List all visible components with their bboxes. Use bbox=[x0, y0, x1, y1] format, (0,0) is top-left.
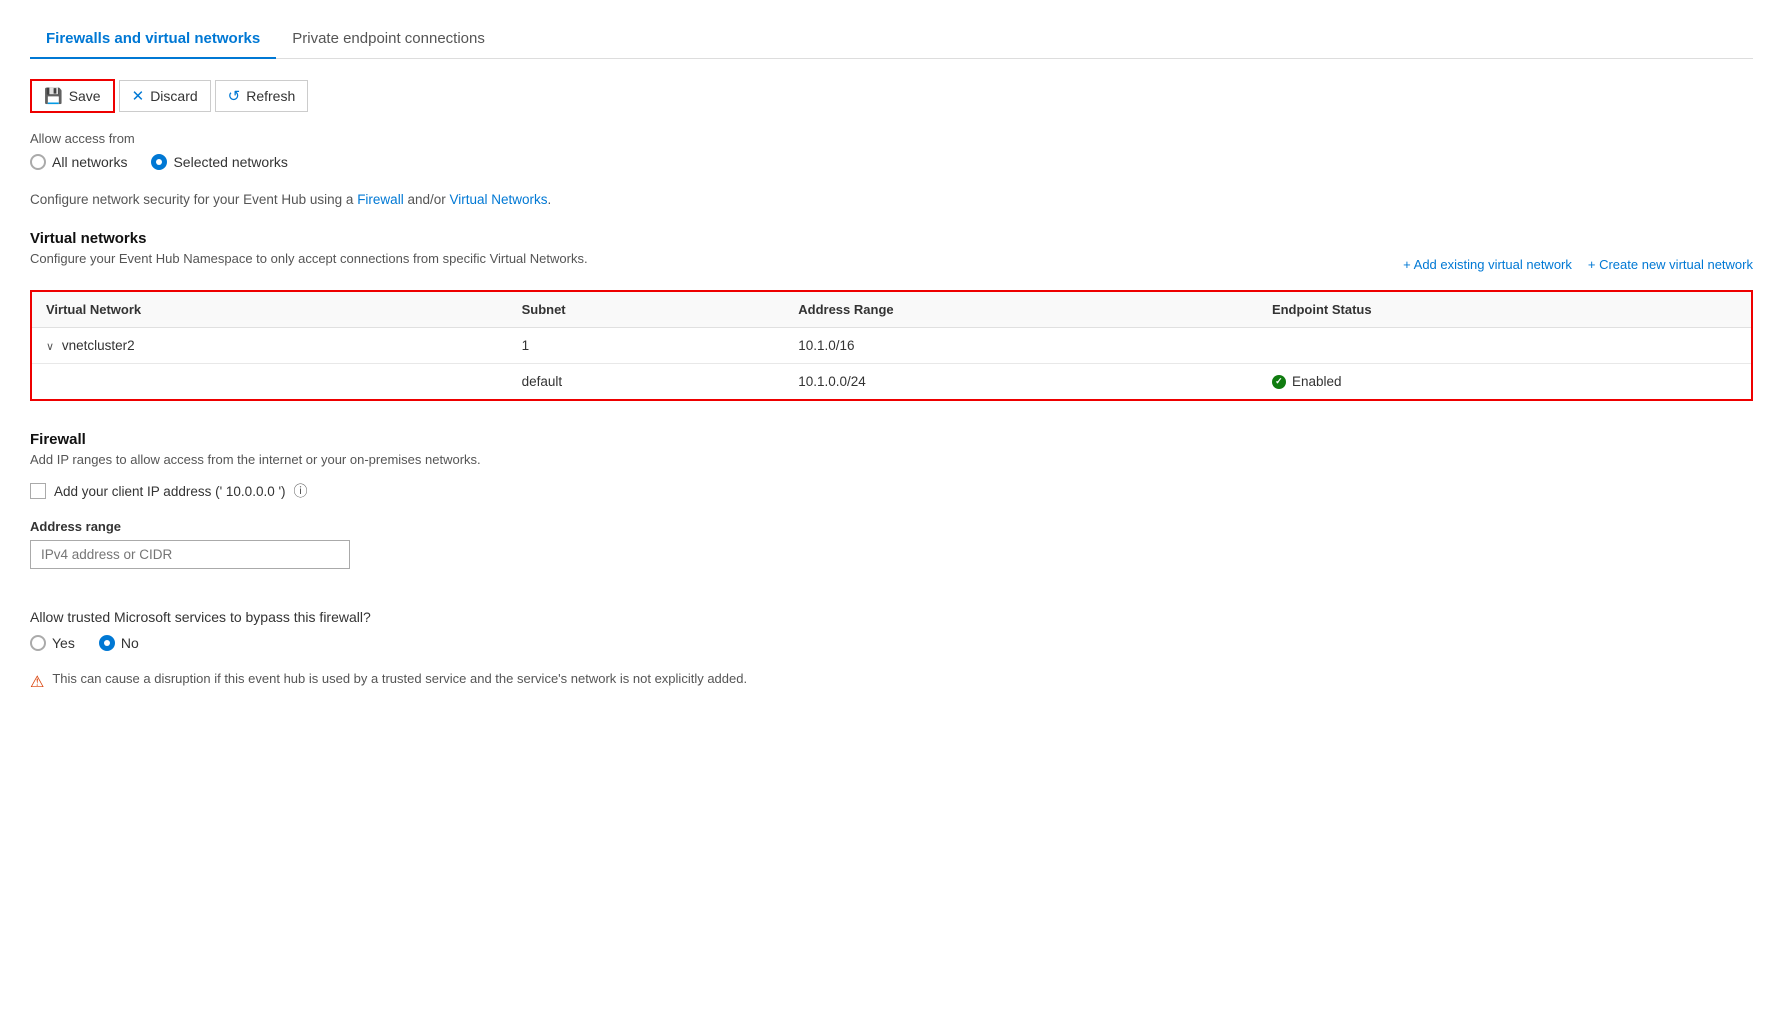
tab-private-endpoints[interactable]: Private endpoint connections bbox=[276, 20, 501, 59]
radio-selected-label: Selected networks bbox=[173, 154, 287, 170]
tab-firewalls[interactable]: Firewalls and virtual networks bbox=[30, 20, 276, 59]
radio-yes-circle bbox=[30, 635, 46, 651]
radio-trusted-yes[interactable]: Yes bbox=[30, 635, 75, 651]
firewall-title: Firewall bbox=[30, 431, 1753, 448]
table-header-row: Virtual Network Subnet Address Range End… bbox=[31, 291, 1752, 328]
firewall-description: Add IP ranges to allow access from the i… bbox=[30, 452, 1753, 467]
enabled-text: Enabled bbox=[1292, 374, 1342, 389]
save-icon: 💾 bbox=[44, 87, 63, 105]
client-ip-checkbox[interactable] bbox=[30, 483, 46, 499]
warning-row: ⚠ This can cause a disruption if this ev… bbox=[30, 671, 1753, 692]
radio-trusted-no[interactable]: No bbox=[99, 635, 139, 651]
vnet-child-status: Enabled bbox=[1258, 364, 1752, 401]
radio-yes-label: Yes bbox=[52, 635, 75, 651]
info-icon[interactable]: ⓘ bbox=[294, 481, 308, 501]
vnet-name-text: vnetcluster2 bbox=[62, 338, 135, 353]
warning-icon: ⚠ bbox=[30, 672, 44, 692]
vnet-child-address-range: 10.1.0.0/24 bbox=[784, 364, 1258, 401]
refresh-label: Refresh bbox=[246, 88, 295, 104]
radio-all-label: All networks bbox=[52, 154, 127, 170]
trusted-question: Allow trusted Microsoft services to bypa… bbox=[30, 609, 1753, 625]
radio-no-circle bbox=[99, 635, 115, 651]
configure-description: Configure network security for your Even… bbox=[30, 190, 1753, 210]
virtual-networks-desc: Configure your Event Hub Namespace to on… bbox=[30, 251, 588, 266]
enabled-dot-icon bbox=[1272, 375, 1286, 389]
vnet-name: ∨ vnetcluster2 bbox=[31, 328, 508, 364]
table-row: ∨ vnetcluster2 1 10.1.0/16 bbox=[31, 328, 1752, 364]
virtual-networks-link[interactable]: Virtual Networks bbox=[450, 192, 548, 207]
vnet-address-range: 10.1.0/16 bbox=[784, 328, 1258, 364]
col-subnet: Subnet bbox=[508, 291, 785, 328]
vnet-child-subnet: default bbox=[508, 364, 785, 401]
discard-button[interactable]: ✕ Discard bbox=[119, 80, 211, 112]
radio-selected-circle bbox=[151, 154, 167, 170]
trusted-services-section: Allow trusted Microsoft services to bypa… bbox=[30, 609, 1753, 692]
col-virtual-network: Virtual Network bbox=[31, 291, 508, 328]
save-button[interactable]: 💾 Save bbox=[30, 79, 115, 113]
discard-icon: ✕ bbox=[132, 87, 145, 105]
radio-all-circle bbox=[30, 154, 46, 170]
col-address-range: Address Range bbox=[784, 291, 1258, 328]
vnet-child-name bbox=[31, 364, 508, 401]
col-endpoint-status: Endpoint Status bbox=[1258, 291, 1752, 328]
access-radio-group: All networks Selected networks bbox=[30, 154, 1753, 170]
address-range-label: Address range bbox=[30, 519, 1753, 534]
table-row: default 10.1.0.0/24 Enabled bbox=[31, 364, 1752, 401]
radio-no-label: No bbox=[121, 635, 139, 651]
client-ip-label: Add your client IP address (' 10.0.0.0 '… bbox=[54, 484, 286, 499]
virtual-networks-table: Virtual Network Subnet Address Range End… bbox=[30, 290, 1753, 401]
status-enabled: Enabled bbox=[1272, 374, 1737, 389]
action-links: + Add existing virtual network + Create … bbox=[1403, 257, 1753, 272]
radio-selected-networks[interactable]: Selected networks bbox=[151, 154, 287, 170]
trusted-radio-group: Yes No bbox=[30, 635, 1753, 651]
create-new-vnet-link[interactable]: + Create new virtual network bbox=[1588, 257, 1753, 272]
tab-bar: Firewalls and virtual networks Private e… bbox=[30, 20, 1753, 59]
chevron-down-icon[interactable]: ∨ bbox=[46, 340, 54, 353]
virtual-networks-desc-row: Configure your Event Hub Namespace to on… bbox=[30, 251, 1753, 278]
firewall-section: Firewall Add IP ranges to allow access f… bbox=[30, 431, 1753, 589]
virtual-networks-title: Virtual networks bbox=[30, 230, 1753, 247]
refresh-icon: ↺ bbox=[228, 87, 241, 105]
add-existing-vnet-link[interactable]: + Add existing virtual network bbox=[1403, 257, 1572, 272]
address-range-input[interactable] bbox=[30, 540, 350, 569]
firewall-link[interactable]: Firewall bbox=[357, 192, 404, 207]
allow-access-label: Allow access from bbox=[30, 131, 1753, 146]
vnet-status bbox=[1258, 328, 1752, 364]
refresh-button[interactable]: ↺ Refresh bbox=[215, 80, 309, 112]
vnet-subnet: 1 bbox=[508, 328, 785, 364]
discard-label: Discard bbox=[150, 88, 197, 104]
warning-text: This can cause a disruption if this even… bbox=[52, 671, 747, 686]
client-ip-row: Add your client IP address (' 10.0.0.0 '… bbox=[30, 481, 1753, 501]
toolbar: 💾 Save ✕ Discard ↺ Refresh bbox=[30, 79, 1753, 113]
radio-all-networks[interactable]: All networks bbox=[30, 154, 127, 170]
save-label: Save bbox=[69, 88, 101, 104]
virtual-networks-section: Virtual networks Configure your Event Hu… bbox=[30, 230, 1753, 401]
